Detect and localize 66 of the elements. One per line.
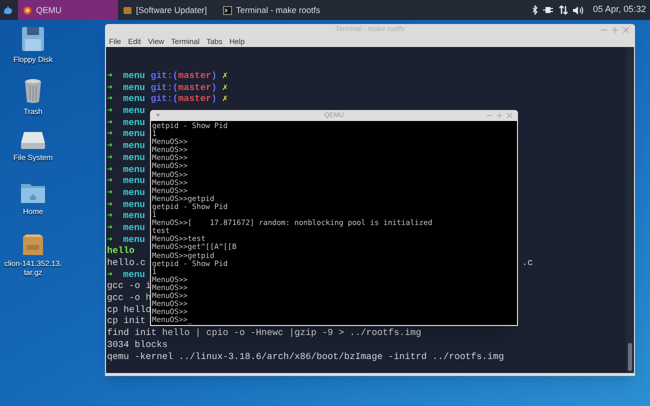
transfer-arrows-icon[interactable] [558, 5, 568, 15]
folder-icon[interactable] [20, 182, 46, 204]
directory-name: menu [123, 140, 146, 152]
app-menu-icon[interactable] [3, 5, 13, 15]
taskbar-button[interactable]: Terminal - make rootfs [218, 0, 318, 20]
directory-name: menu [123, 186, 146, 199]
terminal-line: hello [107, 245, 135, 257]
package-icon[interactable] [21, 234, 45, 256]
prompt-arrow: ➜ [107, 164, 114, 176]
bluetooth-icon[interactable] [532, 5, 538, 15]
scrollbar-thumb[interactable] [628, 343, 632, 371]
terminal-line: gcc -o i [107, 280, 152, 292]
taskbar-button[interactable]: [Software Updater] [118, 0, 218, 20]
terminal-line: cp init [107, 315, 146, 328]
prompt-arrow: ➜ [107, 140, 114, 152]
directory-name: menu [123, 128, 146, 140]
terminal-icon [223, 6, 232, 14]
terminal-line: 3034 blocks [107, 338, 168, 350]
dirty-mark: ✗ [222, 93, 228, 106]
prompt-arrow: ➜ [107, 186, 114, 199]
directory-name: menu [123, 234, 146, 246]
directory-name: menu [123, 210, 146, 222]
directory-name: menu [123, 175, 146, 187]
directory-name: menu [123, 105, 146, 117]
directory-name: menu [123, 93, 146, 106]
dirty-mark: ✗ [222, 70, 228, 82]
directory-name: menu [123, 164, 146, 176]
volume-icon[interactable] [572, 6, 584, 14]
directory-name: menu [123, 268, 146, 280]
git-status: git:(master) [150, 93, 217, 106]
terminal-line: qemu -kernel ../linux-3.18.6/arch/x86/boot/bzImage -initrd ../rootfs.img [107, 350, 504, 362]
prompt-arrow: ➜ [107, 198, 114, 210]
network-icon[interactable] [542, 6, 554, 14]
git-status: git:(master) [150, 70, 217, 82]
git-status: git:(master) [150, 82, 217, 94]
prompt-arrow: ➜ [107, 175, 114, 187]
directory-name: menu [123, 152, 146, 164]
app-icon [23, 6, 32, 14]
prompt-arrow: ➜ [107, 128, 114, 140]
clock[interactable]: 05 Apr, 05:32 [592, 3, 646, 17]
scrollbar[interactable] [626, 47, 634, 373]
prompt-arrow: ➜ [107, 82, 114, 94]
prompt-arrow: ➜ [107, 116, 114, 128]
window-menu-icon[interactable] [156, 114, 160, 117]
taskbar-button[interactable]: QEMU [18, 0, 118, 20]
directory-name: menu [123, 70, 146, 82]
prompt-arrow: ➜ [107, 70, 114, 82]
terminal-line: cp hello [107, 304, 152, 316]
prompt-arrow: ➜ [107, 222, 114, 234]
hard-drive-icon[interactable] [20, 130, 46, 150]
terminal-line: find init hello | cpio -o -Hnewc |gzip -9 > ../rootfs.img [107, 327, 422, 339]
terminal-text: .c [522, 257, 534, 269]
directory-name: menu [123, 82, 146, 94]
trash-icon[interactable] [23, 78, 43, 104]
app-icon [123, 6, 132, 14]
dirty-mark: ✗ [222, 82, 228, 94]
prompt-arrow: ➜ [107, 268, 114, 280]
prompt-arrow: ➜ [107, 93, 114, 106]
terminal-line: hello.c [107, 257, 146, 269]
directory-name: menu [123, 222, 146, 234]
prompt-arrow: ➜ [107, 152, 114, 164]
prompt-arrow: ➜ [107, 210, 114, 222]
directory-name: menu [123, 116, 146, 128]
prompt-arrow: ➜ [107, 234, 114, 246]
directory-name: menu [123, 198, 146, 210]
prompt-arrow: ➜ [107, 105, 114, 117]
